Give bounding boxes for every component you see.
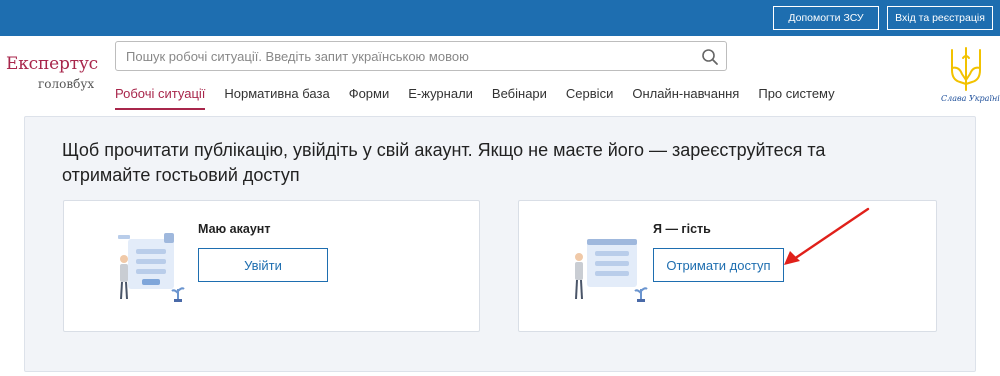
main-nav: Робочі ситуації Нормативна база Форми Е-… (115, 86, 854, 110)
search-box (115, 41, 727, 71)
top-bar: Допомогти ЗСУ Вхід та реєстрація (0, 0, 1000, 36)
site-logo[interactable]: Експертус головбух (6, 54, 98, 91)
help-zsu-button[interactable]: Допомогти ЗСУ (773, 6, 879, 30)
nav-item-webinars[interactable]: Вебінари (492, 86, 547, 110)
login-illustration-icon (118, 233, 185, 302)
search-icon[interactable] (701, 48, 719, 66)
access-headline: Щоб прочитати публікацію, увійдіть у сві… (62, 140, 826, 185)
login-button[interactable]: Увійти (198, 248, 328, 282)
guest-illustration-icon (575, 239, 648, 302)
nav-item-services[interactable]: Сервіси (566, 86, 613, 110)
annotation-arrow-icon (784, 207, 870, 265)
account-card-title: Маю акаунт (198, 222, 271, 236)
ukraine-slogan: Слава Україні! (941, 94, 1000, 103)
login-register-button[interactable]: Вхід та реєстрація (887, 6, 993, 30)
nav-item-online-learning[interactable]: Онлайн-навчання (632, 86, 739, 110)
nav-item-forms[interactable]: Форми (349, 86, 390, 110)
nav-item-e-journals[interactable]: Е-журнали (408, 86, 473, 110)
nav-item-work-situations[interactable]: Робочі ситуації (115, 86, 206, 110)
logo-main-text: Експертус (6, 54, 98, 74)
account-card: Маю акаунт Увійти (63, 200, 480, 332)
search-input[interactable] (116, 42, 726, 70)
nav-item-regulatory-base[interactable]: Нормативна база (224, 86, 329, 110)
guest-card-title: Я — гість (653, 222, 711, 236)
nav-item-about-system[interactable]: Про систему (758, 86, 834, 110)
ukraine-trident-icon (951, 47, 981, 91)
logo-sub-text: головбух (38, 77, 95, 91)
guest-card: Я — гість Отримати доступ (518, 200, 937, 332)
get-access-button[interactable]: Отримати доступ (653, 248, 784, 282)
